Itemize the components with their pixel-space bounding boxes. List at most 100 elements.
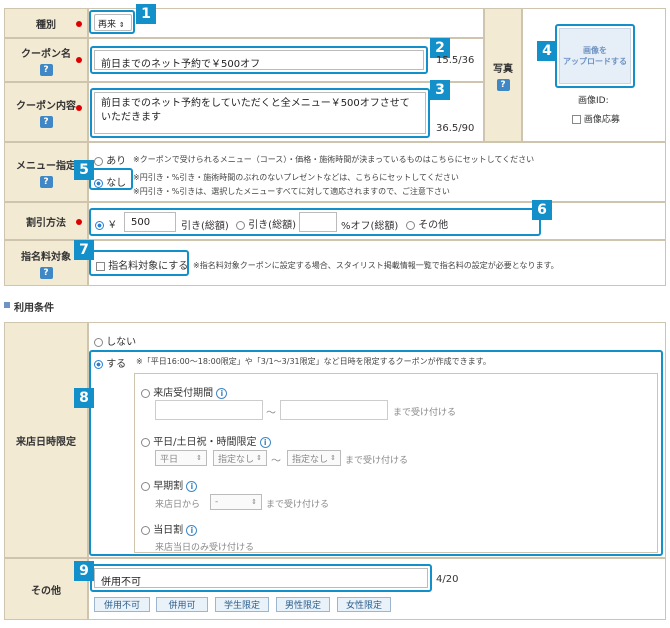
- help-icon[interactable]: ?: [39, 175, 53, 188]
- tag-student[interactable]: 学生限定: [215, 597, 269, 612]
- highlight-4: [555, 24, 635, 88]
- visit-do-label: する: [106, 359, 127, 370]
- visit-none-radio[interactable]: [94, 337, 103, 347]
- highlight-5: [89, 168, 133, 190]
- time-start-select[interactable]: 指定なし ⇕: [213, 450, 267, 466]
- visit-option-none[interactable]: しない: [94, 333, 136, 348]
- visit-label-text: 来店日時限定: [16, 436, 76, 448]
- required-dot: [76, 105, 82, 111]
- weekday-option[interactable]: 平日/土日祝・時間限定 i: [141, 433, 271, 448]
- reception-end-input[interactable]: [280, 400, 388, 420]
- weekday-select-value: 平日: [160, 454, 179, 465]
- visit-option-do[interactable]: する: [94, 355, 126, 370]
- coupon-name-count: 15.5/36: [436, 55, 475, 66]
- early-until: まで受け付ける: [266, 500, 330, 510]
- type-label: 種別: [4, 8, 88, 38]
- image-entry-option[interactable]: 画像応募: [572, 112, 620, 125]
- highlight-6: [89, 208, 541, 236]
- info-icon[interactable]: i: [259, 436, 271, 448]
- discount-label-text: 割引方法: [26, 217, 66, 229]
- highlight-7: [89, 250, 189, 276]
- required-dot: [76, 21, 82, 27]
- photo-label-text: 写真: [493, 63, 513, 75]
- badge-8: 8: [74, 388, 94, 408]
- info-icon[interactable]: i: [186, 480, 198, 492]
- discount-label: 割引方法: [4, 202, 88, 240]
- menu-label-text: メニュー指定: [16, 160, 76, 172]
- chevron-updown-icon: ⇕: [251, 498, 257, 506]
- reception-period-label: 来店受付期間: [153, 388, 214, 399]
- section-title: 利用条件: [14, 303, 54, 314]
- highlight-2: [90, 46, 428, 74]
- weekday-select[interactable]: 平日 ⇕: [155, 450, 207, 466]
- reception-start-input[interactable]: [155, 400, 263, 420]
- menu-option-yes[interactable]: あり: [94, 152, 126, 167]
- photo-label: 写真 ?: [484, 8, 522, 142]
- menu-no-note-2: ※円引き・%引きは、選択したメニューすべてに対して適応されますので、ご注意下さい: [133, 187, 450, 196]
- badge-6: 6: [532, 200, 552, 220]
- type-label-text: 種別: [36, 19, 56, 31]
- coupon-name-label-text: クーポン名: [21, 48, 71, 60]
- reception-period-option[interactable]: 来店受付期間 i: [141, 384, 228, 399]
- highlight-1: [89, 10, 135, 34]
- highlight-3: [90, 88, 430, 138]
- badge-7: 7: [74, 240, 94, 260]
- help-icon[interactable]: ?: [39, 63, 53, 76]
- help-icon[interactable]: ?: [39, 115, 53, 128]
- tag-no-combine[interactable]: 併用不可: [94, 597, 150, 612]
- sameday-option[interactable]: 当日割 i: [141, 521, 198, 536]
- sameday-radio[interactable]: [141, 525, 150, 535]
- early-label: 早期割: [153, 481, 184, 492]
- badge-5: 5: [74, 160, 94, 180]
- time-end-select-value: 指定なし: [292, 454, 329, 465]
- sameday-note: 来店当日のみ受け付ける: [155, 543, 255, 553]
- badge-1: 1: [136, 4, 156, 24]
- badge-3: 3: [430, 80, 450, 100]
- coupon-content-label-text: クーポン内容: [16, 100, 76, 112]
- other-count: 4/20: [436, 574, 459, 585]
- chevron-updown-icon: ⇕: [196, 454, 202, 462]
- badge-9: 9: [74, 561, 94, 581]
- reception-period-radio[interactable]: [141, 388, 150, 398]
- coupon-content-count: 36.5/90: [436, 123, 475, 134]
- image-id-label: 画像ID:: [578, 96, 609, 106]
- coupon-name-label: クーポン名 ?: [4, 38, 88, 82]
- section-square-icon: [4, 302, 10, 308]
- required-dot: [76, 219, 82, 225]
- reception-tilde: 〜: [266, 408, 276, 419]
- image-entry-checkbox[interactable]: [572, 115, 581, 124]
- early-days-value: -: [215, 497, 219, 507]
- sameday-label: 当日割: [153, 525, 184, 536]
- menu-yes-note: ※クーポンで受けられるメニュー（コース）・価格・施術時間が決まっているものはこち…: [133, 155, 535, 164]
- early-option[interactable]: 早期割 i: [141, 477, 198, 492]
- visit-label: 来店日時限定: [4, 322, 88, 558]
- tag-female[interactable]: 女性限定: [337, 597, 391, 612]
- tag-male[interactable]: 男性限定: [276, 597, 330, 612]
- time-start-select-value: 指定なし: [218, 454, 255, 465]
- menu-yes-radio[interactable]: [94, 156, 103, 166]
- menu-yes-label: あり: [106, 156, 127, 167]
- time-end-select[interactable]: 指定なし ⇕: [287, 450, 341, 466]
- weekday-radio[interactable]: [141, 437, 150, 447]
- other-label-text: その他: [31, 585, 61, 597]
- early-from: 来店日から: [155, 500, 201, 510]
- highlight-9: [90, 564, 432, 592]
- early-days-select[interactable]: - ⇕: [210, 494, 262, 510]
- visit-do-radio[interactable]: [94, 359, 103, 369]
- info-icon[interactable]: i: [216, 387, 228, 399]
- visit-do-note: ※「平日16:00〜18:00限定」や「3/1〜3/31限定」など日時を限定する…: [136, 357, 491, 366]
- nomination-label-text: 指名料対象: [21, 251, 71, 263]
- early-radio[interactable]: [141, 481, 150, 491]
- tag-combine-ok[interactable]: 併用可: [156, 597, 208, 612]
- coupon-content-label: クーポン内容 ?: [4, 82, 88, 142]
- badge-4: 4: [537, 41, 557, 61]
- menu-no-note-1: ※円引き・%引き・施術時間のぶれのないプレゼントなどは、こちらにセットしてくださ…: [133, 173, 459, 182]
- help-icon[interactable]: ?: [39, 266, 53, 279]
- info-icon[interactable]: i: [186, 524, 198, 536]
- help-icon[interactable]: ?: [496, 78, 510, 91]
- visit-none-label: しない: [106, 337, 137, 348]
- chevron-updown-icon: ⇕: [256, 454, 262, 462]
- chevron-updown-icon: ⇕: [330, 454, 336, 462]
- nomination-note: ※指名料対象クーポンに設定する場合、スタイリスト掲載情報一覧で指名料の設定が必要…: [193, 261, 559, 270]
- required-dot: [76, 57, 82, 63]
